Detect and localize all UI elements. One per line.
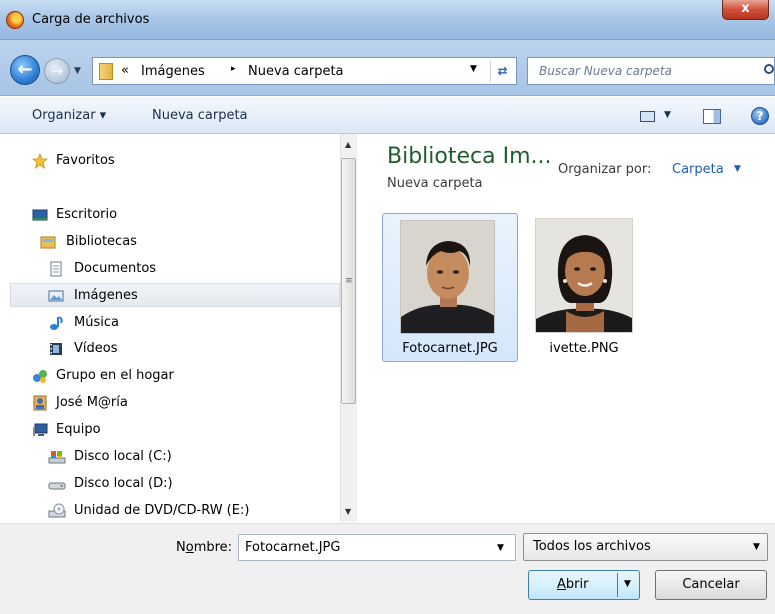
search-input[interactable]: Buscar Nueva carpeta	[527, 57, 775, 85]
recent-pages-dropdown[interactable]: ▼	[74, 62, 86, 80]
file-name[interactable]: Fotocarnet.JPG	[388, 341, 512, 356]
label-accelerator: o	[185, 540, 194, 555]
arrange-by-label: Organizar por:	[558, 162, 652, 177]
library-subtitle: Nueva carpeta	[387, 176, 483, 191]
documents-icon	[48, 261, 64, 277]
scroll-down-icon[interactable]: ▼	[345, 507, 351, 516]
nav-item-label: Vídeos	[74, 341, 118, 356]
computer-icon	[32, 422, 48, 438]
nav-item-label: Música	[74, 315, 119, 330]
nav-item-label: Bibliotecas	[66, 234, 137, 249]
cancel-button[interactable]: Cancelar	[655, 570, 767, 600]
nav-item-favoritos[interactable]: Favoritos	[10, 149, 340, 173]
filename-value[interactable]: Fotocarnet.JPG	[245, 540, 340, 555]
nav-item-disco-d[interactable]: Disco local (D:)	[10, 472, 340, 496]
filename-label: Nombre:	[176, 540, 232, 555]
search-placeholder: Buscar Nueva carpeta	[539, 64, 672, 78]
preview-pane-icon[interactable]	[703, 109, 721, 124]
nav-item-disco-c[interactable]: Disco local (C:)	[10, 445, 340, 469]
libraries-icon	[40, 234, 56, 250]
open-button[interactable]: Abrir ▼	[528, 570, 640, 600]
chevron-down-icon[interactable]: ▼	[470, 64, 477, 74]
forward-button[interactable]: →	[44, 58, 70, 84]
new-folder-button[interactable]: Nueva carpeta	[152, 108, 248, 123]
nav-item-label: Grupo en el hogar	[56, 368, 174, 383]
file-thumbnail[interactable]	[400, 220, 495, 334]
videos-icon	[48, 341, 64, 357]
window-title: Carga de archivos	[32, 12, 150, 27]
scroll-up-icon[interactable]: ▲	[345, 140, 351, 149]
folder-icon	[99, 63, 113, 80]
grip-icon: ≡	[345, 276, 353, 286]
nav-item-bibliotecas[interactable]: Bibliotecas	[10, 230, 340, 254]
nav-item-label: Equipo	[56, 422, 101, 437]
file-type-select[interactable]: Todos los archivos ▼	[523, 533, 768, 561]
chevron-right-icon[interactable]: ▸	[231, 64, 236, 74]
breadcrumb-item[interactable]: Imágenes	[141, 64, 205, 79]
file-name[interactable]: ivette.PNG	[528, 341, 640, 356]
label-part: mbre:	[193, 540, 233, 555]
nav-item-grupo-hogar[interactable]: Grupo en el hogar	[10, 364, 340, 388]
label-part: N	[176, 540, 186, 555]
drive-icon	[48, 476, 66, 492]
user-icon	[32, 395, 48, 411]
nav-item-videos[interactable]: Vídeos	[10, 337, 340, 361]
nav-item-documentos[interactable]: Documentos	[10, 257, 340, 281]
music-icon	[48, 315, 64, 331]
nav-item-label: Favoritos	[56, 153, 115, 168]
dvd-drive-icon	[48, 503, 66, 519]
nav-item-imagenes[interactable]: Imágenes	[10, 283, 340, 307]
star-icon	[31, 152, 49, 169]
system-drive-icon	[48, 449, 66, 465]
nav-item-label: Imágenes	[74, 288, 138, 303]
nav-item-escritorio[interactable]: Escritorio	[10, 203, 340, 227]
file-thumbnail[interactable]	[535, 218, 633, 333]
breadcrumb-item[interactable]: Nueva carpeta	[248, 64, 344, 79]
nav-item-label: Escritorio	[56, 207, 118, 222]
pictures-icon	[48, 288, 64, 304]
organize-button[interactable]: Organizar ▾	[32, 108, 106, 123]
nav-item-label: Unidad de DVD/CD-RW (E:)	[74, 503, 250, 518]
chevron-down-icon[interactable]: ▼	[624, 579, 631, 589]
close-button[interactable]: x	[722, 0, 769, 20]
library-title: Biblioteca Im...	[387, 144, 552, 169]
change-view-icon[interactable]	[640, 111, 655, 122]
breadcrumb-overflow[interactable]: «	[121, 63, 129, 78]
chevron-down-icon[interactable]: ▼	[664, 110, 671, 120]
split-divider	[617, 573, 618, 597]
chevron-down-icon[interactable]: ▼	[497, 543, 504, 553]
refresh-icon[interactable]: ⇄	[490, 60, 514, 82]
file-type-value: Todos los archivos	[533, 539, 651, 554]
chevron-down-icon[interactable]: ▼	[753, 542, 760, 552]
firefox-icon	[6, 11, 24, 29]
nav-item-usuario[interactable]: José M@ría	[10, 391, 340, 415]
address-bar[interactable]: « Imágenes ▸ Nueva carpeta ▼ ⇄	[92, 57, 517, 85]
homegroup-icon	[32, 368, 48, 384]
nav-item-dvd[interactable]: Unidad de DVD/CD-RW (E:)	[10, 499, 340, 523]
help-icon[interactable]: ?	[751, 107, 769, 125]
toolbar	[0, 97, 775, 134]
nav-item-label: Disco local (D:)	[74, 476, 173, 491]
nav-item-musica[interactable]: Música	[10, 311, 340, 335]
label-part: brir	[565, 577, 589, 592]
nav-item-label: Disco local (C:)	[74, 449, 172, 464]
chevron-down-icon[interactable]: ▼	[734, 164, 741, 174]
open-button-label: Abrir	[557, 577, 588, 592]
nav-item-equipo[interactable]: Equipo	[10, 418, 340, 442]
label-accelerator: A	[557, 577, 566, 592]
navigation-pane: Favoritos Escritorio Bibliotecas Documen…	[10, 134, 340, 528]
desktop-icon	[32, 207, 48, 223]
arrange-by-dropdown[interactable]: Carpeta	[672, 162, 724, 177]
search-icon[interactable]	[764, 64, 774, 74]
nav-item-label: José M@ría	[56, 395, 128, 410]
filename-field[interactable]: Fotocarnet.JPG ▼	[238, 534, 516, 561]
back-button[interactable]: ←	[10, 55, 40, 85]
nav-item-label: Documentos	[74, 261, 157, 276]
